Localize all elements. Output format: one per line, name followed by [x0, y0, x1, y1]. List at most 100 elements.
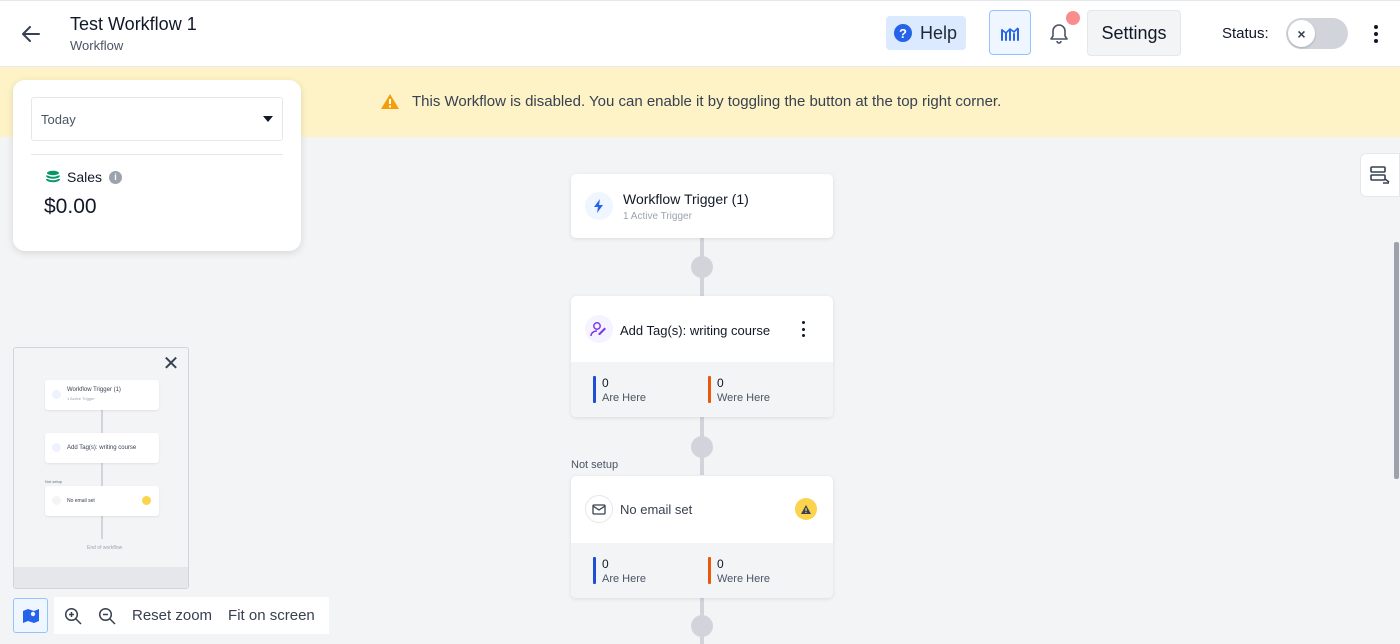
are-here-label: Are Here [602, 573, 647, 585]
node-stats: 0 Are Here 0 Were Here [571, 543, 833, 598]
trigger-title: Workflow Trigger (1) [623, 191, 749, 207]
more-options-button[interactable] [1366, 21, 1386, 47]
scrollbar-thumb[interactable] [1394, 242, 1399, 479]
add-step-dot[interactable] [691, 256, 713, 278]
arrow-left-icon [22, 26, 40, 42]
are-here-count: 0 [602, 557, 609, 571]
kebab-dot [801, 321, 805, 324]
envelope-icon [585, 495, 613, 523]
analytics-button[interactable] [989, 10, 1031, 55]
are-here-stat[interactable]: 0 Are Here [593, 557, 646, 585]
add-tag-title: Add Tag(s): writing course [620, 323, 771, 338]
close-icon[interactable]: ✕ [162, 354, 180, 374]
stat-bar [708, 557, 711, 584]
stats-card: Today Sales i $0.00 [13, 80, 301, 251]
kebab-dot [1374, 32, 1378, 36]
envelope-icon [52, 496, 61, 505]
help-label: Help [920, 22, 958, 43]
are-here-count: 0 [602, 376, 609, 390]
bell-icon [1050, 24, 1068, 44]
minimap-trigger-node: Workflow Trigger (1) 1 Active Trigger [45, 380, 159, 410]
coins-icon [46, 170, 60, 183]
minimap-email-title: No email set [67, 498, 95, 504]
kebab-dot [1374, 39, 1378, 43]
zoom-group: Reset zoom Fit on screen [54, 597, 329, 634]
were-here-label: Were Here [717, 573, 770, 585]
page-subtitle: Workflow [70, 38, 124, 53]
minimap-tag-title: Add Tag(s): writing course [67, 445, 137, 451]
lightning-icon [52, 390, 61, 399]
warning-icon[interactable] [795, 498, 817, 520]
node-stats: 0 Are Here 0 Were Here [571, 362, 833, 417]
minimap-not-setup: Not setup [45, 479, 63, 484]
date-range-select[interactable]: Today [31, 97, 283, 141]
zoom-in-icon [64, 607, 82, 625]
page-title: Test Workflow 1 [70, 14, 197, 34]
kebab-dot [801, 327, 805, 331]
minimap-toggle-button[interactable] [13, 598, 48, 633]
minimap[interactable]: ✕ Workflow Trigger (1) 1 Active Trigger … [13, 347, 189, 589]
chevron-down-icon [263, 116, 273, 122]
minimap-email-node: No email set [45, 486, 159, 516]
minimap-tag-node: Add Tag(s): writing course [45, 433, 159, 463]
date-range-value: Today [41, 111, 76, 127]
kebab-dot [1374, 25, 1378, 29]
status-toggle[interactable]: × [1286, 18, 1348, 49]
email-title: No email set [620, 502, 693, 517]
stat-bar [593, 376, 596, 403]
fit-on-screen-button[interactable]: Fit on screen [222, 607, 321, 624]
add-step-dot[interactable] [691, 615, 713, 637]
stat-bar [593, 557, 596, 584]
node-menu-button[interactable] [799, 321, 807, 337]
notification-dot [1066, 11, 1080, 25]
are-here-label: Are Here [602, 392, 647, 404]
chart-icon [1001, 26, 1019, 41]
sales-label: Sales [67, 169, 103, 185]
were-here-count: 0 [717, 376, 724, 390]
map-icon [22, 608, 39, 623]
minimap-connector [101, 409, 103, 433]
were-here-stat[interactable]: 0 Were Here [708, 376, 770, 404]
add-tag-node[interactable]: Add Tag(s): writing course 0 Are Here 0 … [571, 296, 833, 417]
panel-icon [1370, 166, 1390, 184]
minimap-end-label: End of workflow [87, 545, 123, 551]
minimap-footer [14, 567, 188, 588]
warning-icon [381, 94, 399, 109]
minimap-warning-icon [142, 496, 151, 505]
title-block: Test Workflow 1 Workflow [70, 13, 197, 53]
lightning-icon [585, 192, 613, 220]
divider [31, 154, 283, 155]
zoom-controls: Reset zoom Fit on screen [13, 597, 329, 634]
info-icon[interactable]: i [109, 170, 123, 184]
zoom-out-button[interactable] [92, 601, 122, 631]
were-here-stat[interactable]: 0 Were Here [708, 557, 770, 585]
minimap-connector [101, 462, 103, 486]
minimap-connector [101, 515, 103, 539]
were-here-label: Were Here [717, 392, 770, 404]
status-label: Status: [1222, 25, 1269, 42]
email-node[interactable]: No email set 0 Are Here 0 Were Here [571, 476, 833, 598]
back-button[interactable] [18, 21, 44, 47]
user-tag-icon [52, 443, 61, 452]
are-here-stat[interactable]: 0 Are Here [593, 376, 646, 404]
zoom-in-button[interactable] [58, 601, 88, 631]
sales-value: $0.00 [44, 195, 97, 218]
question-icon: ? [894, 24, 912, 42]
minimap-trigger-title: Workflow Trigger (1) [67, 387, 121, 393]
kebab-dot [801, 334, 805, 337]
trigger-node[interactable]: Workflow Trigger (1) 1 Active Trigger [571, 174, 833, 238]
add-step-dot[interactable] [691, 436, 713, 458]
top-header: Test Workflow 1 Workflow ? Help Settings… [0, 0, 1400, 67]
side-panel-toggle[interactable] [1360, 153, 1400, 197]
user-tag-icon [585, 315, 613, 343]
banner-message: This Workflow is disabled. You can enabl… [412, 93, 1002, 110]
notifications-button[interactable] [1046, 21, 1072, 47]
reset-zoom-button[interactable]: Reset zoom [126, 607, 218, 624]
minimap-trigger-sub: 1 Active Trigger [67, 396, 95, 401]
stat-bar [708, 376, 711, 403]
settings-button[interactable]: Settings [1087, 10, 1181, 56]
not-setup-label: Not setup [571, 459, 619, 471]
trigger-subtitle: 1 Active Trigger [623, 211, 692, 222]
help-button[interactable]: ? Help [886, 16, 966, 50]
toggle-off-icon: × [1288, 20, 1315, 47]
